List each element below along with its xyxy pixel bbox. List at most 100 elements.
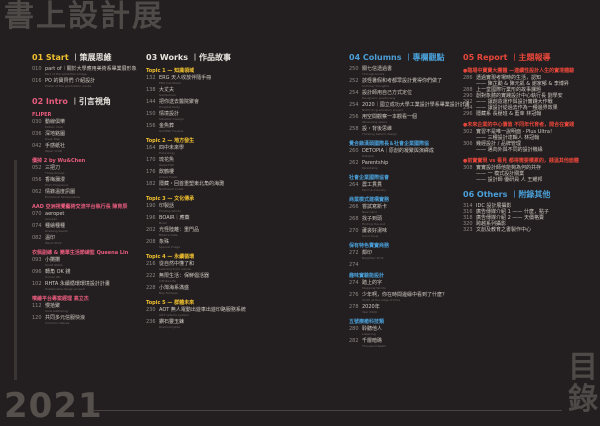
- item-subtitle: Motion Club: [45, 125, 63, 129]
- item-subtitle: Listening: [362, 332, 376, 336]
- item-subtitle: Year 2020: [362, 310, 377, 314]
- item-subtitle: Corner OK: [45, 275, 61, 279]
- item-subtitle: Designers' positioning: [362, 96, 396, 100]
- page-number: [463, 147, 476, 153]
- list-item: 274: [349, 262, 459, 268]
- start-list: 010 part of︱關於大學應用美術系畢業展形象 Part of the exh…: [32, 66, 137, 88]
- item-subtitle: NCKU ID graduation project: [362, 108, 404, 112]
- topic-heading: 五號療癒科技類: [349, 319, 385, 325]
- item-subtitle: Good Soup: [362, 234, 379, 238]
- topic-heading: 保有特色賣實商務: [349, 243, 390, 249]
- topic-heading: 衣佩副總 & 簡單生活節總監 Queena Lin: [32, 250, 129, 256]
- topic-heading: Topic 1 — 知識領域: [146, 68, 195, 74]
- section-works-heading: 03 Works ︱作品故事: [146, 53, 231, 62]
- page-number: 112: [32, 303, 42, 309]
- item-subtitle: Observing space: [362, 120, 388, 124]
- page-number: 280: [349, 326, 359, 332]
- item-subtitle: Common Waves: [45, 321, 70, 325]
- item-subtitle: Drawing Seeds: [45, 229, 68, 233]
- intro-list: FLIPER 030 動線俱樂 Motion Club 036 深地銘圖 Deep Map 0…: [32, 112, 132, 325]
- footer-divider: [92, 410, 562, 411]
- page-number: 150: [146, 111, 156, 117]
- item-subtitle: Part of the exhibition image: [45, 72, 87, 76]
- section-start-heading: 01 Start ︱策展思維: [32, 53, 112, 62]
- item-subtitle: Detopia: [362, 154, 374, 158]
- page-number: 254: [349, 90, 359, 96]
- page-number: 164: [146, 145, 156, 151]
- item-subtitle: Paper Craft: [45, 149, 62, 153]
- page-number: 070: [32, 211, 42, 217]
- item-subtitle: Futurology: [159, 151, 175, 155]
- item-subtitle: Plum Fragrance: [45, 183, 69, 187]
- item-subtitle: Neighbor Print: [362, 256, 384, 260]
- item-subtitle: Summer thoughts: [362, 84, 390, 88]
- section-report-heading: 05 Report ︱主題報導: [463, 53, 551, 62]
- page-number: 016: [32, 78, 42, 84]
- item-subtitle: Aeropet: [45, 217, 57, 221]
- item-subtitle: Thinking behind design: [362, 132, 397, 136]
- page-number: 296: [463, 111, 473, 117]
- page-number: 282: [349, 338, 359, 344]
- item-subtitle: Emotional Temperature: [45, 195, 81, 199]
- topic-heading: Topic 4 — 永續循環: [146, 254, 195, 260]
- page-number: 010: [32, 66, 42, 72]
- topic-heading: Topic 3 — 文化傳承: [146, 196, 195, 202]
- item-subtitle: Crane Tower: [159, 175, 178, 179]
- page-number: 196: [146, 215, 156, 221]
- item-subtitle: ERG handbook: [159, 81, 182, 85]
- topic-heading: Topic 2 — 地方發生: [146, 138, 195, 144]
- topic-heading: 價掉 2 by Wu&Chen: [32, 158, 86, 164]
- item-subtitle: Bizarre Gate: [159, 233, 178, 237]
- column-columns: 04 Columns ︱專欄觀點 250 關七信透過書 Through books 25…: [349, 52, 470, 350]
- item-subtitle: Learning from nature: [159, 267, 191, 271]
- topic-heading: ●前實實現 vs 看見 都得需要積累的，錢溫其他面體: [463, 158, 579, 164]
- page-number: 278: [349, 304, 359, 310]
- item-subtitle: Bay Fullness: [159, 291, 178, 295]
- item-subtitle: Printing Words: [159, 209, 181, 213]
- page-number: 254: [349, 102, 359, 108]
- page-number: 132: [146, 75, 156, 81]
- item-subtitle: Small Stalls: [45, 263, 63, 267]
- page-number: 260: [349, 148, 359, 154]
- page-number: 274: [349, 280, 359, 286]
- page-number: 176: [146, 169, 156, 175]
- item-subtitle: Warm Print: [45, 241, 62, 245]
- item-subtitle: Through books: [362, 72, 385, 76]
- item-subtitle: Glaze Fish: [159, 163, 175, 167]
- item-subtitle: AOT vehicle system: [159, 313, 189, 317]
- item-title: 隱藏系 長壓班 & 藍傘 林冠翰: [476, 111, 542, 117]
- item-subtitle: Farm & Industry: [362, 188, 386, 192]
- item-subtitle: Boair: [159, 221, 167, 225]
- topic-heading: 商業模式建構實務: [349, 197, 390, 203]
- item-subtitle: Goldfish Funeral: [159, 129, 184, 133]
- column-start-intro: 01 Start ︱策展思維 010 part of︱關於大學應用美術系畢業展形象 P…: [32, 52, 137, 327]
- page-number: 156: [146, 123, 156, 129]
- page-number: 276: [349, 292, 359, 298]
- page-number: 082: [32, 235, 42, 241]
- page-number: 052: [32, 165, 42, 171]
- page-number: 258: [349, 126, 359, 132]
- page-number: 062: [32, 189, 42, 195]
- column-report-others: 05 Report ︱主題報導 ●臨場中寶寶大團體 —連續性設計人生的實境體驗 28…: [463, 52, 588, 233]
- page-number: 268: [349, 216, 359, 222]
- page-number: 230: [146, 307, 156, 313]
- page-number: 250: [349, 66, 359, 72]
- page-number: 222: [146, 273, 156, 279]
- report-list: ●臨場中寶寶大團體 —連續性設計人生的實境體驗 286 透過實現考場時的生活，認知 —…: [463, 68, 588, 183]
- page-number: 096: [32, 269, 42, 275]
- works-list: Topic 1 — 知識領域 132 ERG 天人收放伴隨手冊 ERG handboo…: [146, 68, 256, 329]
- item-subtitle: Situation Design: [159, 117, 184, 121]
- page-number: 102: [32, 281, 42, 287]
- topic-heading: 趣味實驗能設計: [349, 273, 385, 279]
- page-number: 228: [146, 285, 156, 291]
- side-rule: [12, 160, 20, 380]
- page-number: 208: [146, 239, 156, 245]
- page-number: 190: [146, 203, 156, 209]
- item-subtitle: Thousand Reefs: [362, 344, 386, 348]
- page-number: 236: [146, 319, 156, 325]
- section-others-heading: 06 Others ︱附錄其他: [463, 190, 551, 199]
- page-number: 093: [32, 257, 42, 263]
- section-intro-heading: 02 Intro ︱引言視角: [32, 97, 111, 106]
- page-number: 202: [146, 227, 156, 233]
- page-number: 272: [349, 250, 359, 256]
